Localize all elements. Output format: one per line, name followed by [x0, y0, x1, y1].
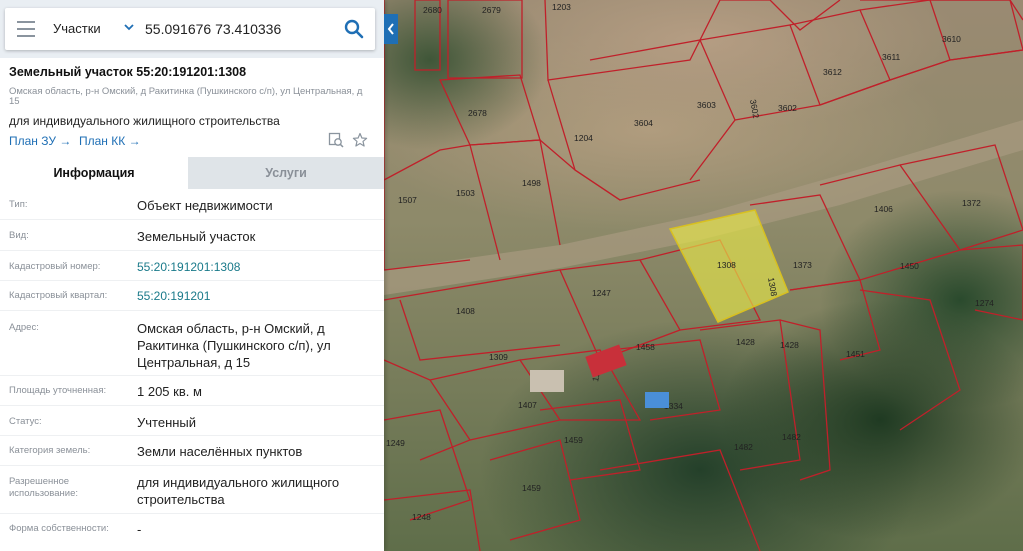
tab-services[interactable]: Услуги — [188, 157, 384, 189]
parcel-label: 1249 — [386, 438, 405, 448]
parcel-label: 2680 — [423, 5, 442, 15]
parcel-label: 1459 — [522, 483, 541, 493]
chevron-down-icon[interactable] — [123, 21, 135, 33]
info-row-area: Площадь уточненная: 1 205 кв. м — [0, 376, 384, 406]
parcel-label: 3603 — [697, 100, 716, 110]
cadastral-number-link[interactable]: 55:20:191201:1308 — [137, 259, 372, 276]
parcel-label: 1203 — [552, 2, 571, 12]
plan-zu-link[interactable]: План ЗУ → — [9, 134, 71, 148]
menu-icon[interactable] — [17, 21, 35, 37]
object-title: Земельный участок 55:20:191201:1308 — [9, 65, 247, 79]
parcel-label: 1204 — [574, 133, 593, 143]
info-label: Статус: — [9, 416, 42, 427]
parcel-label: 3604 — [634, 118, 653, 128]
parcel-label: 1407 — [518, 400, 537, 410]
parcel-label: 2679 — [482, 5, 501, 15]
info-value: 1 205 кв. м — [137, 384, 202, 399]
info-row-cadastral-quarter: Кадастровый квартал: 55:20:191201 — [0, 281, 384, 311]
parcel-label: 1248 — [412, 512, 431, 522]
parcel-label: 3611 — [882, 52, 901, 62]
info-row-cadastral-number: Кадастровый номер: 55:20:191201:1308 — [0, 251, 384, 281]
parcel-label: 1274 — [975, 298, 994, 308]
collapse-panel-button[interactable] — [384, 14, 398, 44]
info-label: Адрес: — [9, 322, 39, 333]
info-value: Омская область, р-н Омский, д Ракитинка … — [137, 321, 331, 370]
parcel-label: 1458 — [636, 342, 655, 352]
building — [585, 344, 627, 378]
info-row-type: Тип: Объект недвижимости — [0, 189, 384, 220]
parcel-label: 1247 — [592, 288, 611, 298]
parcel-label: 1451 — [846, 349, 865, 359]
plan-kk-link[interactable]: План КК → — [79, 134, 141, 148]
object-purpose: для индивидуального жилищного строительс… — [9, 114, 280, 128]
parcel-label: 1459 — [564, 435, 583, 445]
info-row-kind: Вид: Земельный участок — [0, 220, 384, 251]
info-value: Земельный участок — [137, 229, 256, 244]
search-bar: Участки — [0, 0, 384, 58]
info-value: Объект недвижимости — [137, 198, 273, 213]
info-label: Форма собственности: — [9, 523, 109, 534]
object-address: Омская область, р-н Омский, д Ракитинка … — [9, 86, 363, 107]
info-value: для индивидуального жилищного строительс… — [137, 475, 340, 507]
info-label: Вид: — [9, 230, 29, 241]
info-row-permitted-use: Разрешенное использование: для индивидуа… — [0, 466, 384, 514]
parcel-label: 1482 — [734, 442, 753, 452]
parcel-label: 3602 — [748, 99, 761, 120]
parcel-label: 1482 — [782, 432, 801, 442]
parcel-label: 1308 — [717, 260, 736, 270]
parcel-label: 1428 — [780, 340, 799, 350]
zoom-to-object-icon[interactable] — [328, 132, 344, 148]
info-value: - — [137, 522, 142, 537]
info-label: Площадь уточненная: — [9, 385, 107, 396]
parcel-label: 1408 — [456, 306, 475, 316]
parcel-label: 3602 — [778, 103, 797, 113]
info-label: Категория земель: — [9, 445, 91, 456]
parcel-label: 1372 — [962, 198, 981, 208]
parcel-label: 3610 — [942, 34, 961, 44]
info-label: Разрешенное использование: — [9, 476, 79, 499]
parcel-label: 1406 — [874, 204, 893, 214]
info-label: Кадастровый номер: — [9, 261, 101, 272]
info-row-address: Адрес: Омская область, р-н Омский, д Рак… — [0, 311, 384, 376]
parcel-label: 1373 — [793, 260, 812, 270]
info-row-ownership: Форма собственности: - — [0, 514, 384, 550]
info-label: Кадастровый квартал: — [9, 290, 108, 301]
info-panel: Участки Земельный участок 55:20:191201:1… — [0, 0, 384, 551]
info-row-land-category: Категория земель: Земли населённых пункт… — [0, 436, 384, 466]
building — [530, 370, 564, 392]
info-value: Земли населённых пунктов — [137, 444, 303, 459]
parcel-label: 1428 — [736, 337, 755, 347]
parcel-label: 1450 — [900, 261, 919, 271]
parcel-label: 2678 — [468, 108, 487, 118]
tab-information[interactable]: Информация — [0, 157, 188, 189]
chevron-left-icon — [387, 23, 394, 35]
parcel-label: 1507 — [398, 195, 417, 205]
search-icon[interactable] — [343, 18, 365, 40]
parcel-label: 3612 — [823, 67, 842, 77]
info-row-status: Статус: Учтенный — [0, 406, 384, 436]
star-icon[interactable] — [352, 132, 368, 148]
tabs: Информация Услуги — [0, 157, 384, 189]
parcel-label: 1498 — [522, 178, 541, 188]
info-label: Тип: — [9, 199, 28, 210]
search-input[interactable] — [145, 16, 335, 42]
cadastral-quarter-link[interactable]: 55:20:191201 — [137, 288, 372, 305]
info-value: Учтенный — [137, 415, 197, 430]
parcel-label: 1503 — [456, 188, 475, 198]
parcel-label: 1309 — [489, 352, 508, 362]
search-box: Участки — [5, 8, 375, 50]
building — [645, 392, 669, 408]
